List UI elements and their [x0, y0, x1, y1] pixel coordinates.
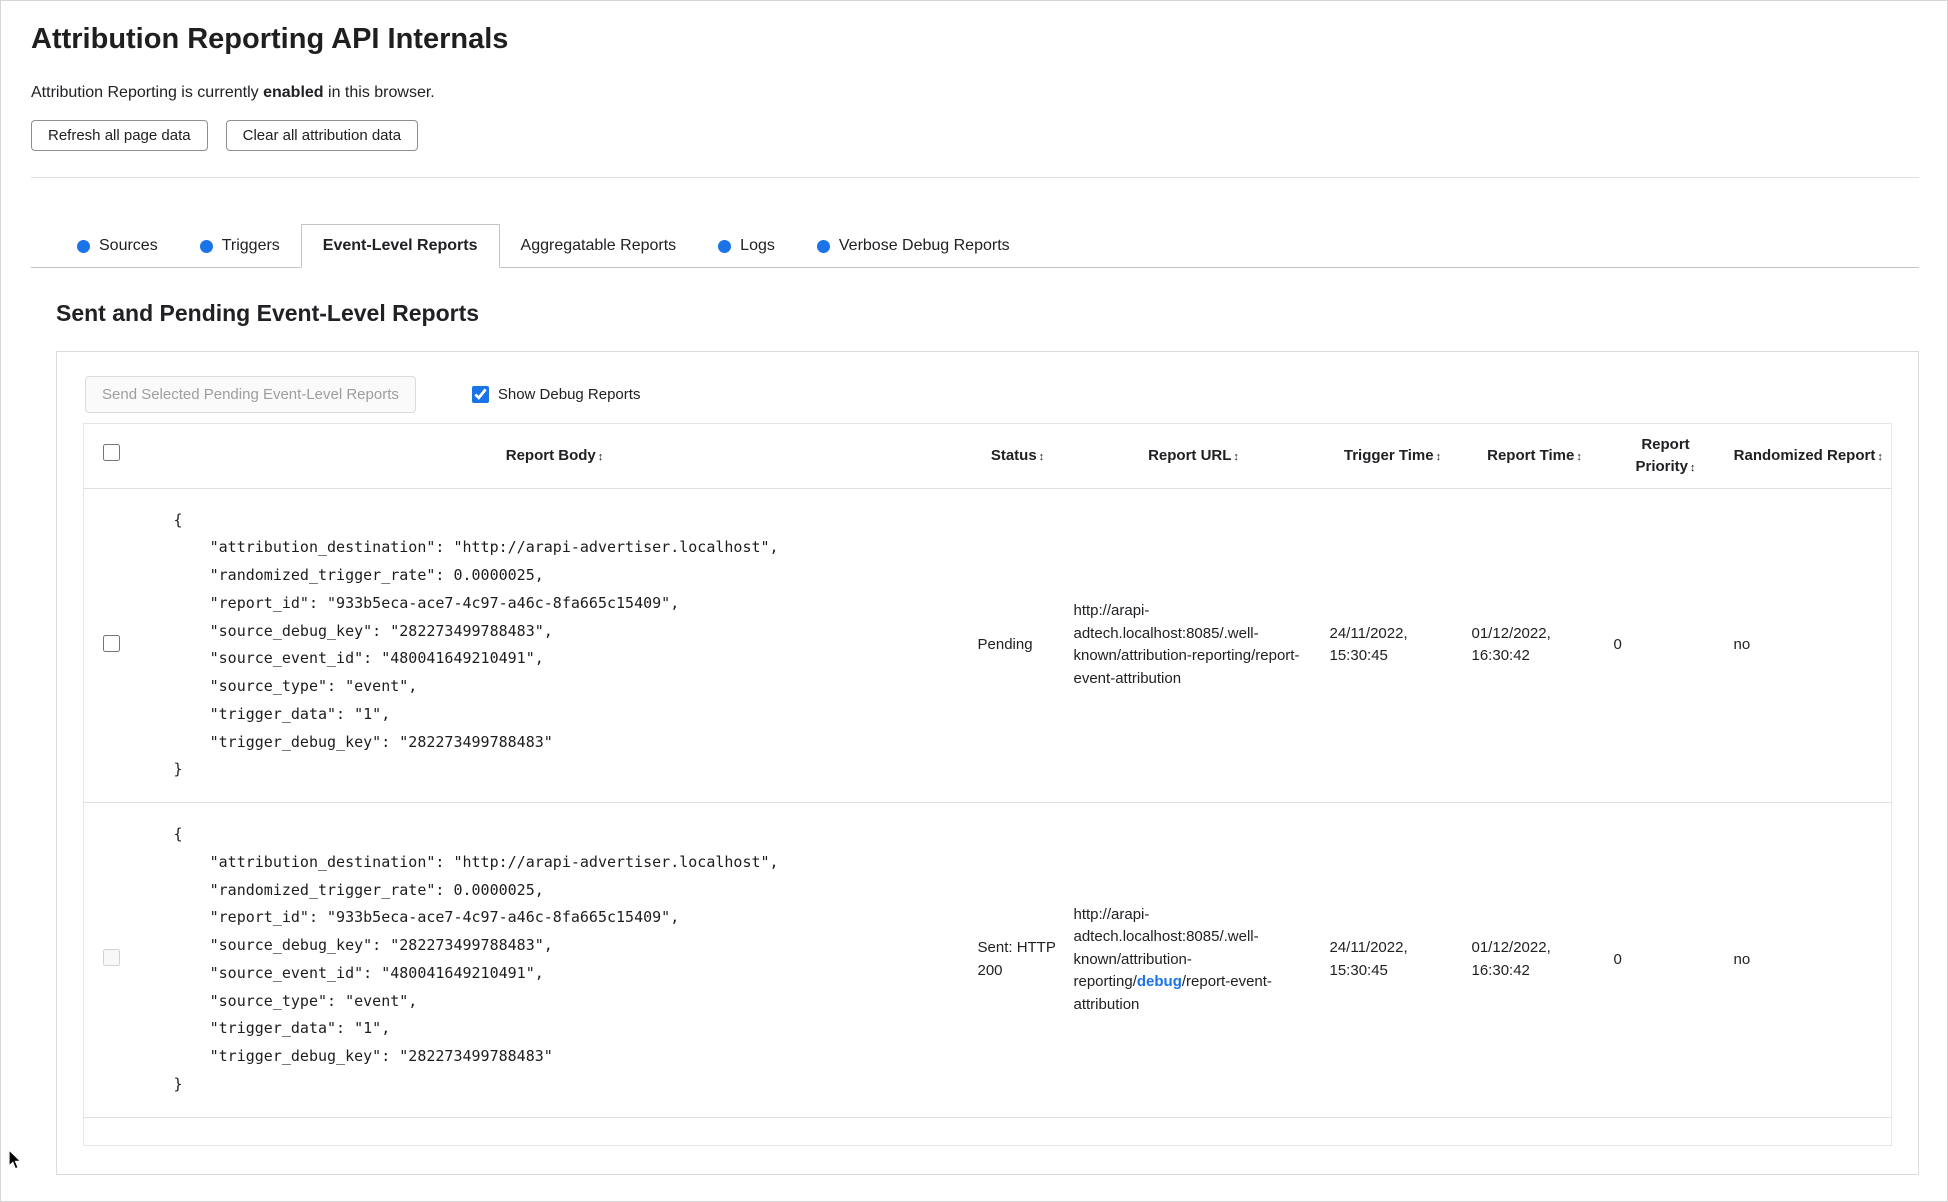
- sort-icon: ↕: [1233, 450, 1239, 463]
- status-text-prefix: Attribution Reporting is currently: [31, 84, 264, 101]
- tab-label: Event-Level Reports: [322, 237, 478, 254]
- tab-label: Triggers: [221, 237, 280, 254]
- report-priority: 0: [1605, 488, 1726, 803]
- randomized-report: no: [1725, 802, 1892, 1118]
- divider: [31, 177, 1919, 178]
- logs-status-dot-icon: [718, 239, 732, 253]
- tab-label: Logs: [740, 237, 775, 254]
- report-priority: 0: [1605, 802, 1726, 1118]
- tab-label: Sources: [99, 237, 158, 254]
- header-report-body[interactable]: Report Body ↕: [139, 423, 970, 489]
- tab-sources[interactable]: Sources: [56, 225, 179, 267]
- verbose-debug-status-dot-icon: [816, 239, 830, 253]
- header-report-time[interactable]: Report Time ↕: [1463, 423, 1606, 489]
- clear-all-button[interactable]: Clear all attribution data: [225, 120, 419, 151]
- section-heading: Sent and Pending Event-Level Reports: [56, 300, 480, 326]
- report-url-text: http://arapi-adtech.localhost:8085/.well…: [1073, 602, 1300, 687]
- report-url: http://arapi-adtech.localhost:8085/.well…: [1065, 802, 1322, 1118]
- tab-logs[interactable]: Logs: [697, 225, 796, 267]
- sort-icon: ↕: [1877, 450, 1883, 463]
- randomized-report: no: [1725, 488, 1892, 803]
- attribution-internals-page: Attribution Reporting API Internals Attr…: [0, 0, 1948, 1202]
- tab-triggers[interactable]: Triggers: [179, 225, 301, 267]
- table-footer-row: [84, 1117, 1892, 1145]
- sort-icon: ↕: [1435, 450, 1442, 463]
- report-url: http://arapi-adtech.localhost:8085/.well…: [1065, 488, 1322, 803]
- row-checkbox[interactable]: [103, 634, 121, 652]
- toolbar: Refresh all page data Clear all attribut…: [31, 120, 1919, 151]
- tab-verbose-debug-reports[interactable]: Verbose Debug Reports: [796, 225, 1031, 267]
- select-all-checkbox[interactable]: [103, 443, 121, 461]
- report-row-pending: { "attribution_destination": "http://ara…: [83, 488, 1892, 803]
- report-status: Pending: [969, 488, 1066, 803]
- show-debug-toggle[interactable]: Show Debug Reports: [471, 386, 641, 403]
- header-randomized-report[interactable]: Randomized Report ↕: [1725, 423, 1892, 489]
- report-body-json: { "attribution_destination": "http://ara…: [173, 825, 779, 1093]
- debug-link[interactable]: debug: [1137, 973, 1182, 990]
- refresh-all-button[interactable]: Refresh all page data: [31, 120, 208, 151]
- reports-panel: Send Selected Pending Event-Level Report…: [56, 351, 1919, 1175]
- show-debug-checkbox[interactable]: [471, 386, 489, 403]
- header-status[interactable]: Status ↕: [969, 423, 1066, 489]
- header-report-priority[interactable]: Report Priority ↕: [1605, 423, 1726, 489]
- panel-controls: Send Selected Pending Event-Level Report…: [85, 376, 1892, 413]
- report-time: 01/12/2022, 16:30:42: [1463, 802, 1606, 1118]
- mouse-cursor-icon: [8, 1149, 23, 1170]
- header-trigger-time[interactable]: Trigger Time ↕: [1321, 423, 1464, 489]
- header-report-url[interactable]: Report URL ↕: [1065, 423, 1322, 489]
- status-line: Attribution Reporting is currently enabl…: [31, 84, 1919, 102]
- tab-label: Verbose Debug Reports: [838, 237, 1010, 254]
- send-selected-reports-button[interactable]: Send Selected Pending Event-Level Report…: [85, 376, 416, 413]
- sort-icon: ↕: [1690, 461, 1696, 474]
- status-enabled-text: enabled: [263, 84, 324, 101]
- sources-status-dot-icon: [77, 239, 90, 253]
- report-time: 01/12/2022, 16:30:42: [1463, 488, 1606, 803]
- trigger-time: 24/11/2022, 15:30:45: [1321, 488, 1464, 803]
- report-body-json: { "attribution_destination": "http://ara…: [173, 510, 779, 779]
- trigger-time: 24/11/2022, 15:30:45: [1321, 802, 1464, 1118]
- report-status: Sent: HTTP 200: [969, 802, 1066, 1118]
- page-title: Attribution Reporting API Internals: [31, 23, 509, 55]
- sort-icon: ↕: [1576, 450, 1582, 463]
- tab-label: Aggregatable Reports: [520, 237, 677, 254]
- triggers-status-dot-icon: [199, 239, 213, 253]
- report-row-sent: { "attribution_destination": "http://ara…: [83, 802, 1892, 1118]
- reports-table: Report Body ↕ Status ↕ Report URL ↕ Trigger…: [83, 423, 1892, 1146]
- tab-aggregatable-reports[interactable]: Aggregatable Reports: [500, 225, 698, 267]
- tab-bar: Sources Triggers Event-Level Reports Agg…: [31, 224, 1919, 268]
- tab-event-level-reports[interactable]: Event-Level Reports: [300, 224, 500, 268]
- row-checkbox[interactable]: [103, 949, 121, 967]
- status-text-suffix: in this browser.: [323, 84, 435, 101]
- sort-icon: ↕: [1038, 450, 1045, 463]
- show-debug-label: Show Debug Reports: [497, 386, 641, 403]
- sort-icon: ↕: [597, 450, 604, 463]
- table-header-row: Report Body ↕ Status ↕ Report URL ↕ Trigger…: [83, 423, 1892, 489]
